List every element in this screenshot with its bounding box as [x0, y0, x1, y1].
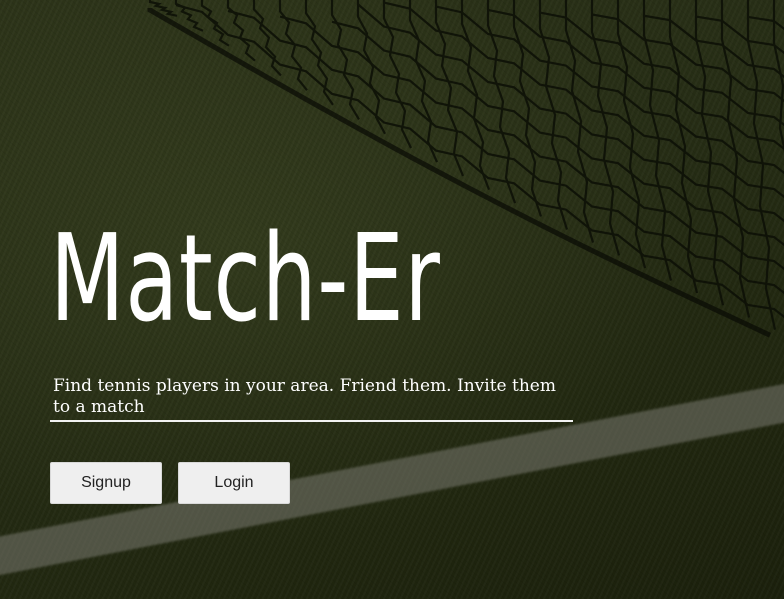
action-buttons: Signup Login [50, 462, 576, 504]
signup-button[interactable]: Signup [50, 462, 162, 504]
login-button[interactable]: Login [178, 462, 290, 504]
hero-section: Match-Er Find tennis players in your are… [0, 0, 784, 599]
tagline-text: Find tennis players in your area. Friend… [50, 376, 573, 422]
hero-content: Match-Er Find tennis players in your are… [50, 200, 576, 504]
app-title: Match-Er [50, 210, 441, 349]
